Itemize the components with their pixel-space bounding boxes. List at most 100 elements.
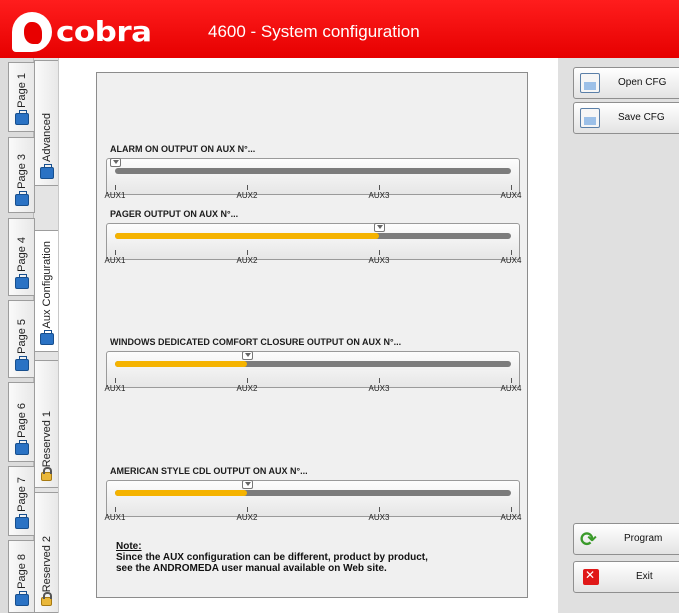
briefcase-icon	[14, 514, 29, 529]
tab-page-8[interactable]: Page 8	[8, 540, 35, 613]
slider-fill	[115, 490, 247, 496]
tab-page-7[interactable]: Page 7	[8, 466, 35, 536]
pager-output-slider[interactable]: AUX1 AUX2 AUX3 AUX4	[105, 223, 521, 265]
slider-tick	[115, 378, 116, 383]
tab-label: Page 4	[15, 237, 28, 272]
tab-label: Page 3	[15, 154, 28, 189]
tab-reserved-2[interactable]: Reserved 2	[34, 492, 59, 613]
alarm-output-label: ALARM ON OUTPUT ON AUX N°...	[110, 144, 256, 154]
slider-tick-label: AUX3	[368, 191, 390, 200]
slider-tick	[378, 185, 380, 190]
slider-fill	[115, 233, 379, 239]
comfort-closure-output-slider[interactable]: AUX1 AUX2 AUX3 AUX4	[105, 351, 521, 393]
refresh-arrow-icon	[580, 527, 600, 552]
note-heading: Note:	[116, 541, 142, 552]
slider-tick-label: AUX1	[104, 256, 126, 265]
slider-tick-label: AUX4	[500, 256, 522, 265]
close-icon	[583, 568, 599, 585]
briefcase-icon	[14, 591, 29, 606]
exit-button[interactable]: Exit	[573, 561, 679, 593]
slider-track: AUX1 AUX2 AUX3 AUX4	[105, 158, 521, 200]
slider-tick	[246, 507, 248, 512]
slider-tick-label: AUX2	[236, 191, 258, 200]
title-bar: cobra 4600 - System configuration	[0, 0, 679, 58]
slider-thumb[interactable]	[374, 223, 385, 232]
tab-page-5[interactable]: Page 5	[8, 300, 35, 378]
slider-track: AUX1 AUX2 AUX3 AUX4	[105, 223, 521, 265]
slider-thumb[interactable]	[110, 158, 121, 167]
briefcase-icon	[39, 330, 54, 345]
slider-tick	[511, 185, 512, 190]
note-line-1: Since the AUX configuration can be diffe…	[116, 552, 428, 563]
slider-tick	[115, 507, 116, 512]
save-cfg-button[interactable]: Save CFG	[573, 102, 679, 134]
briefcase-icon	[39, 164, 54, 179]
slider-tick-label: AUX1	[104, 513, 126, 522]
slider-tick-label: AUX2	[236, 384, 258, 393]
tab-label: Reserved 2	[40, 535, 53, 592]
open-file-icon	[580, 73, 600, 93]
tab-aux-configuration[interactable]: Aux Configuration	[34, 230, 59, 352]
save-file-icon	[580, 108, 600, 128]
briefcase-icon	[14, 110, 29, 125]
button-label: Save CFG	[618, 112, 665, 123]
tab-label: Page 5	[15, 319, 28, 354]
tab-label: Advanced	[40, 113, 53, 162]
slider-fill	[115, 361, 247, 367]
cobra-logo-icon	[12, 12, 52, 52]
alarm-output-slider[interactable]: AUX1 AUX2 AUX3 AUX4	[105, 158, 521, 200]
briefcase-icon	[14, 356, 29, 371]
tab-page-3[interactable]: Page 3	[8, 137, 35, 213]
slider-tick	[115, 185, 116, 190]
slider-tick-label: AUX2	[236, 513, 258, 522]
slider-thumb[interactable]	[241, 480, 253, 489]
tab-label: Page 6	[15, 403, 28, 438]
button-label: Exit	[636, 571, 653, 582]
cdl-output-slider[interactable]: AUX1 AUX2 AUX3 AUX4	[105, 480, 521, 522]
slider-thumb[interactable]	[241, 351, 253, 360]
slider-tick	[246, 378, 248, 383]
slider-tick-label: AUX3	[368, 513, 390, 522]
slider-tick-label: AUX3	[368, 384, 390, 393]
button-label: Program	[624, 533, 663, 544]
slider-tick-label: AUX4	[500, 384, 522, 393]
slider-track: AUX1 AUX2 AUX3 AUX4	[105, 480, 521, 522]
slider-track: AUX1 AUX2 AUX3 AUX4	[105, 351, 521, 393]
open-cfg-button[interactable]: Open CFG	[573, 67, 679, 99]
slider-tick	[378, 250, 380, 255]
briefcase-icon	[14, 191, 29, 206]
slider-tick	[246, 185, 248, 190]
window-title: 4600 - System configuration	[208, 22, 420, 41]
slider-tick-label: AUX1	[104, 384, 126, 393]
tab-label: Page 8	[15, 554, 28, 589]
cdl-output-label: AMERICAN STYLE CDL OUTPUT ON AUX N°...	[110, 466, 308, 476]
slider-tick	[378, 507, 380, 512]
pager-output-label: PAGER OUTPUT ON AUX N°...	[110, 209, 239, 219]
tab-page-6[interactable]: Page 6	[8, 382, 35, 462]
tab-label: Page 1	[15, 73, 28, 108]
note-line-2: see the ANDROMEDA user manual available …	[116, 563, 387, 574]
tab-label: Reserved 1	[40, 410, 53, 467]
slider-tick-label: AUX4	[500, 513, 522, 522]
slider-tick	[246, 250, 248, 255]
lock-icon	[41, 467, 52, 481]
tab-reserved-1[interactable]: Reserved 1	[34, 360, 59, 488]
slider-tick	[378, 378, 380, 383]
slider-tick	[511, 507, 512, 512]
slider-tick-label: AUX3	[368, 256, 390, 265]
briefcase-icon	[14, 274, 29, 289]
button-label: Open CFG	[618, 77, 667, 88]
comfort-closure-output-label: WINDOWS DEDICATED COMFORT CLOSURE OUTPUT…	[110, 337, 402, 347]
note-text: Note: Since the AUX configuration can be…	[116, 541, 428, 574]
program-button[interactable]: Program	[573, 523, 679, 555]
briefcase-icon	[14, 440, 29, 455]
tab-page-1[interactable]: Page 1	[8, 62, 35, 132]
tab-page-4[interactable]: Page 4	[8, 218, 35, 296]
tab-label: Aux Configuration	[40, 240, 53, 328]
slider-tick-label: AUX1	[104, 191, 126, 200]
lock-icon	[41, 592, 52, 606]
slider-tick-label: AUX2	[236, 256, 258, 265]
tab-advanced[interactable]: Advanced	[34, 60, 59, 186]
slider-tick	[511, 378, 512, 383]
slider-tick	[115, 250, 116, 255]
